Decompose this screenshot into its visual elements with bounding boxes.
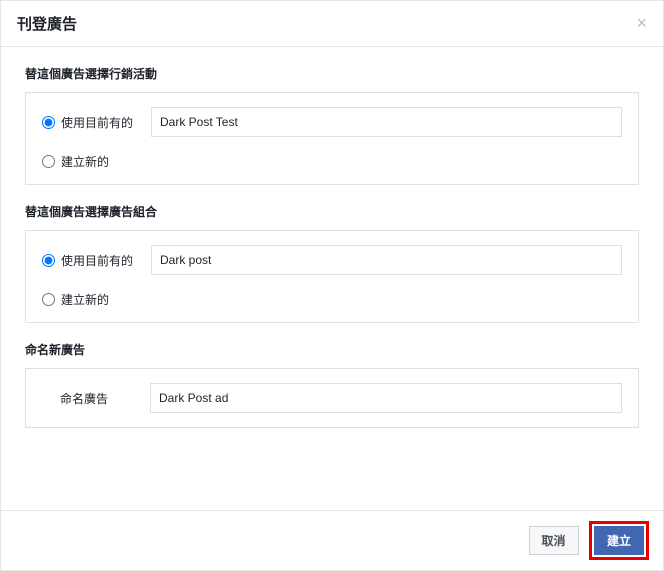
adset-existing-label: 使用目前有的 xyxy=(61,252,151,269)
create-button[interactable]: 建立 xyxy=(594,526,644,555)
campaign-existing-radio[interactable] xyxy=(42,116,55,129)
campaign-section-box: 使用目前有的 建立新的 xyxy=(25,92,639,185)
adset-section-box: 使用目前有的 建立新的 xyxy=(25,230,639,323)
adset-new-row: 建立新的 xyxy=(42,291,622,308)
create-ad-dialog: 刊登廣告 × 替這個廣告選擇行銷活動 使用目前有的 建立新的 替這個廣告選擇廣告… xyxy=(0,0,664,571)
dialog-title: 刊登廣告 xyxy=(17,13,77,34)
adset-section: 替這個廣告選擇廣告組合 使用目前有的 建立新的 xyxy=(25,203,639,323)
campaign-new-row: 建立新的 xyxy=(42,153,622,170)
campaign-new-label: 建立新的 xyxy=(61,153,151,170)
adname-input[interactable] xyxy=(150,383,622,413)
dialog-header: 刊登廣告 × xyxy=(1,1,663,47)
close-icon[interactable]: × xyxy=(636,13,647,34)
adname-label: 命名廣告 xyxy=(42,390,150,407)
campaign-existing-input[interactable] xyxy=(151,107,622,137)
campaign-existing-label: 使用目前有的 xyxy=(61,114,151,131)
dialog-footer: 取消 建立 xyxy=(1,510,663,570)
campaign-existing-row: 使用目前有的 xyxy=(42,107,622,137)
adname-section-box: 命名廣告 xyxy=(25,368,639,428)
dialog-body: 替這個廣告選擇行銷活動 使用目前有的 建立新的 替這個廣告選擇廣告組合 使用目前… xyxy=(1,47,663,510)
adset-section-title: 替這個廣告選擇廣告組合 xyxy=(25,203,639,220)
adset-existing-row: 使用目前有的 xyxy=(42,245,622,275)
adset-new-label: 建立新的 xyxy=(61,291,151,308)
cancel-button[interactable]: 取消 xyxy=(529,526,579,555)
adset-existing-input[interactable] xyxy=(151,245,622,275)
adname-section: 命名新廣告 命名廣告 xyxy=(25,341,639,428)
adset-existing-radio[interactable] xyxy=(42,254,55,267)
adname-section-title: 命名新廣告 xyxy=(25,341,639,358)
campaign-section-title: 替這個廣告選擇行銷活動 xyxy=(25,65,639,82)
adset-new-radio[interactable] xyxy=(42,293,55,306)
adname-row: 命名廣告 xyxy=(42,383,622,413)
create-button-highlight: 建立 xyxy=(589,521,649,560)
campaign-section: 替這個廣告選擇行銷活動 使用目前有的 建立新的 xyxy=(25,65,639,185)
campaign-new-radio[interactable] xyxy=(42,155,55,168)
